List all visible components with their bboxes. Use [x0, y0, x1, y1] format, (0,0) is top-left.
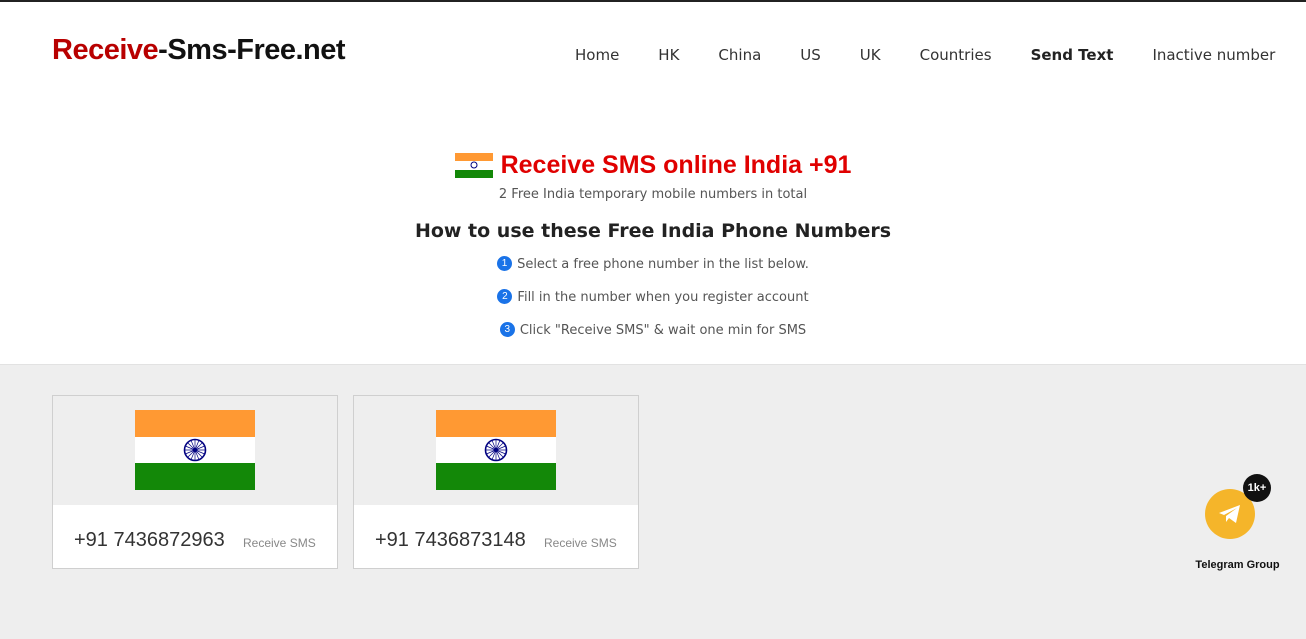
step-number-icon: 2	[497, 289, 513, 304]
logo-part-dark: -Sms-Free.net	[158, 34, 346, 66]
page-title: Receive SMS online India +91	[500, 151, 852, 179]
telegram-count-badge: 1k+	[1243, 474, 1271, 502]
receive-sms-link[interactable]: Receive SMS	[544, 536, 617, 550]
page-title-row: Receive SMS online India +91	[0, 151, 1306, 180]
nav-hk[interactable]: HK	[658, 46, 679, 64]
nav-inactive-number[interactable]: Inactive number	[1152, 46, 1275, 64]
howto-heading: How to use these Free India Phone Number…	[414, 220, 892, 242]
india-flag-icon	[436, 410, 556, 490]
step-1: 1 Select a free phone number in the list …	[0, 256, 1306, 272]
telegram-plane-icon	[1219, 505, 1240, 523]
receive-sms-link[interactable]: Receive SMS	[243, 536, 316, 550]
nav-us[interactable]: US	[800, 46, 821, 64]
card-flag-area	[354, 396, 638, 505]
logo-part-red: Receive	[52, 34, 159, 66]
hero-section: Receive SMS online India +91 2 Free Indi…	[0, 101, 1306, 365]
step-3: 3 Click "Receive SMS" & wait one min for …	[0, 322, 1306, 338]
india-flag-icon	[135, 410, 255, 490]
page-subtitle: 2 Free India temporary mobile numbers in…	[498, 187, 808, 202]
number-card[interactable]: +91 7436872963 Receive SMS	[52, 395, 338, 569]
site-header: Receive-Sms-Free.net Home HK China US UK…	[0, 2, 1306, 101]
step-text: Click "Receive SMS" & wait one min for S…	[519, 323, 807, 338]
phone-number[interactable]: +91 7436873148	[375, 529, 526, 552]
india-flag-icon	[454, 152, 493, 179]
nav-home[interactable]: Home	[575, 46, 619, 64]
nav-send-text[interactable]: Send Text	[1031, 46, 1114, 64]
nav-china[interactable]: China	[718, 46, 761, 64]
nav-uk[interactable]: UK	[860, 46, 881, 64]
site-logo[interactable]: Receive-Sms-Free.net	[52, 34, 346, 67]
step-number-icon: 3	[499, 322, 515, 337]
step-number-icon: 1	[497, 256, 513, 271]
card-flag-area	[53, 396, 337, 505]
number-card[interactable]: +91 7436873148 Receive SMS	[353, 395, 639, 569]
main-nav: Home HK China US UK Countries Send Text …	[575, 46, 1275, 64]
step-text: Select a free phone number in the list b…	[517, 257, 809, 272]
step-2: 2 Fill in the number when you register ac…	[0, 289, 1306, 305]
nav-countries[interactable]: Countries	[920, 46, 992, 64]
telegram-group-label[interactable]: Telegram Group	[1186, 559, 1289, 571]
phone-number[interactable]: +91 7436872963	[74, 529, 225, 552]
step-text: Fill in the number when you register acc…	[517, 290, 809, 305]
